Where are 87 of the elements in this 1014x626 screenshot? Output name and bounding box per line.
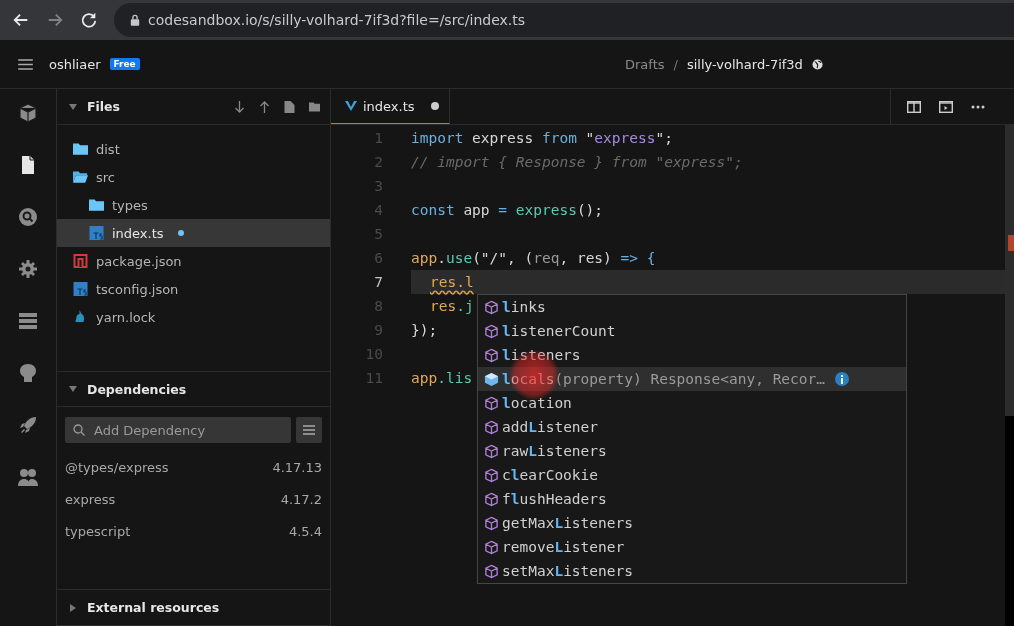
package-file-icon: [73, 254, 88, 268]
menu-icon[interactable]: [18, 58, 33, 70]
sandbox-name[interactable]: silly-volhard-7if3d: [686, 56, 803, 72]
collapse-icon[interactable]: [69, 103, 77, 110]
cube-icon: [484, 347, 499, 363]
users-icon[interactable]: [18, 467, 38, 487]
file-tree-item[interactable]: types: [57, 191, 330, 219]
url-text: codesandbox.io/s/silly-volhard-7if3d?file=/src/index.ts: [148, 12, 526, 28]
completion-item[interactable]: addListener: [478, 415, 906, 439]
cube-icon: [484, 491, 499, 507]
completion-item[interactable]: listeners: [478, 343, 906, 367]
code-line: const app = express();: [411, 202, 604, 218]
address-bar[interactable]: codesandbox.io/s/silly-volhard-7if3d?file=/src/index.ts: [114, 3, 1014, 37]
lock-icon: [130, 14, 140, 26]
file-tree-item[interactable]: src: [57, 163, 330, 191]
expand-icon[interactable]: [70, 603, 76, 612]
editor-tab[interactable]: index.ts: [331, 89, 450, 124]
file-tree-item[interactable]: tsconfig.json: [57, 275, 330, 303]
completion-item[interactable]: flushHeaders: [478, 487, 906, 511]
package-name[interactable]: @types/express: [65, 459, 169, 475]
file-tree-item[interactable]: dist: [57, 135, 330, 163]
menu-button[interactable]: [296, 417, 322, 443]
code-line: res.j: [430, 298, 474, 314]
split-view-icon[interactable]: [907, 100, 921, 113]
cube-icon: [484, 371, 499, 387]
cube-icon: [484, 299, 499, 315]
file-tree-item[interactable]: package.json: [57, 247, 330, 275]
dependencies-heading: Dependencies: [87, 381, 187, 397]
add-dependency-field[interactable]: Add Dependency: [65, 417, 291, 443]
completion-item[interactable]: rawListeners: [478, 439, 906, 463]
code-line: app.use("/", (req, res) => {: [411, 250, 656, 266]
completion-item[interactable]: clearCookie: [478, 463, 906, 487]
completion-item[interactable]: setMaxListeners: [478, 559, 906, 583]
username: oshliaer: [49, 56, 101, 72]
typescript-file-icon: [73, 282, 88, 296]
package-version: 4.17.13: [272, 459, 322, 475]
cube-icon: [484, 443, 499, 459]
cube-icon: [484, 419, 499, 435]
line-number: 7: [373, 274, 383, 290]
code-line: });: [411, 322, 438, 338]
package-name[interactable]: express: [65, 491, 116, 507]
arrow-down-icon[interactable]: [234, 100, 245, 113]
cube-icon: [484, 563, 499, 579]
cube-icon: [484, 395, 499, 411]
new-file-icon[interactable]: [284, 100, 295, 113]
file-tree-item[interactable]: yarn.lock: [57, 303, 330, 331]
package-version: 4.17.2: [280, 491, 322, 507]
reload-icon[interactable]: [80, 11, 98, 29]
external-resources-heading: External resources: [87, 600, 220, 615]
package-version: 4.5.4: [288, 523, 322, 539]
cube-icon: [484, 515, 499, 531]
forward-icon[interactable]: [46, 11, 64, 29]
rocket-icon[interactable]: [18, 415, 38, 435]
code-line: // import { Response } from "express";: [411, 154, 743, 170]
cube-icon: [484, 323, 499, 339]
globe-icon[interactable]: [811, 58, 823, 70]
code-line: res.l: [430, 274, 474, 290]
code-line: app.lis: [411, 370, 473, 386]
chevron-icon: [345, 101, 357, 111]
package-name[interactable]: typescript: [65, 523, 131, 539]
breadcrumb-separator: /: [673, 56, 678, 72]
plan-badge: Free: [109, 58, 140, 70]
box-icon[interactable]: [18, 103, 38, 123]
new-folder-icon[interactable]: [309, 100, 320, 113]
preview-icon[interactable]: [939, 100, 953, 113]
search-icon[interactable]: [18, 207, 38, 227]
collapse-icon[interactable]: [69, 386, 77, 392]
code-line: import express from "express";: [411, 130, 673, 146]
cube-icon: [484, 539, 499, 555]
typescript-file-icon: [89, 226, 104, 240]
cube-icon: [484, 467, 499, 483]
file-tree-item[interactable]: index.ts: [57, 219, 330, 247]
completion-item[interactable]: removeListener: [478, 535, 906, 559]
arrow-up-icon[interactable]: [259, 100, 270, 113]
completion-item[interactable]: links: [478, 295, 906, 319]
server-icon[interactable]: [18, 311, 38, 331]
back-icon[interactable]: [12, 11, 30, 29]
completion-item[interactable]: listenerCount: [478, 319, 906, 343]
completion-item[interactable]: location: [478, 391, 906, 415]
scrollbar[interactable]: [1005, 125, 1014, 416]
completion-item[interactable]: getMaxListeners: [478, 511, 906, 535]
list-icon: [303, 425, 315, 435]
breadcrumb-folder[interactable]: Drafts: [625, 56, 665, 72]
files-heading: Files: [87, 99, 121, 114]
info-icon[interactable]: [835, 372, 849, 386]
gear-icon[interactable]: [18, 259, 38, 279]
search-icon: [73, 424, 85, 436]
